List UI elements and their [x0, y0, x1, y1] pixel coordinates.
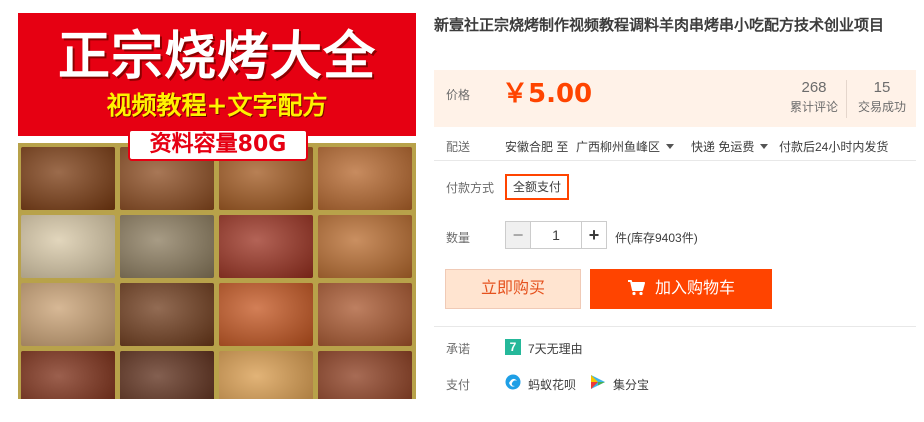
- banner-title: 正宗烧烤大全: [57, 27, 376, 87]
- reviews-count: 268: [801, 79, 827, 96]
- stat-divider: [846, 80, 847, 118]
- product-image[interactable]: 正宗烧烤大全 视频教程+文字配方 资料容量80G: [18, 13, 416, 399]
- quantity-input[interactable]: [531, 221, 581, 249]
- payment-option-full[interactable]: 全额支付: [505, 174, 570, 200]
- food-photo: [219, 351, 313, 399]
- product-title: 新壹社正宗烧烤制作视频教程调料羊肉串烤串小吃配方技术创业项目: [434, 16, 885, 34]
- pay-option-jifenbao[interactable]: 集分宝: [613, 376, 649, 393]
- food-photo: [318, 351, 412, 399]
- price-box: 价格 ￥5.00 268 累计评论 15 交易成功: [434, 70, 916, 127]
- stock-info: 件(库存9403件): [615, 231, 698, 245]
- add-to-cart-button[interactable]: 加入购物车: [590, 269, 772, 309]
- promise-text[interactable]: 7天无理由: [528, 340, 583, 357]
- promise-label: 承诺: [446, 342, 471, 356]
- sales-count: 15: [873, 79, 891, 96]
- food-photo: [120, 283, 214, 346]
- food-photo: [219, 215, 313, 278]
- food-photo: [219, 283, 313, 346]
- capacity-badge: 资料容量80G: [128, 129, 308, 161]
- food-photo: [318, 147, 412, 210]
- chevron-down-icon: [666, 144, 675, 149]
- food-photo: [21, 283, 115, 346]
- divider: [434, 160, 916, 161]
- add-to-cart-label: 加入购物车: [654, 280, 735, 297]
- quantity-label: 数量: [446, 231, 471, 245]
- cart-icon: [627, 272, 645, 312]
- jifenbao-icon: [590, 374, 606, 395]
- chevron-down-icon: [760, 144, 769, 149]
- shipping-method: 快递 免运费: [691, 140, 755, 154]
- delivery-from: 安徽合肥 至: [505, 140, 569, 154]
- reviews-stat[interactable]: 268 累计评论: [779, 78, 849, 116]
- delivery-destination: 广西柳州鱼峰区: [576, 140, 661, 154]
- food-photo: [120, 215, 214, 278]
- dispatch-info: 付款后24小时内发货: [779, 140, 889, 154]
- pay-option-huabei[interactable]: 蚂蚁花呗: [528, 376, 576, 393]
- delivery-destination-select[interactable]: 广西柳州鱼峰区: [576, 138, 675, 155]
- food-photo-grid: [18, 143, 416, 399]
- huabei-icon: [505, 374, 521, 395]
- sales-stat: 15 交易成功: [850, 78, 914, 116]
- food-photo: [318, 215, 412, 278]
- payment-method-label: 付款方式: [446, 181, 495, 195]
- quantity-increase-button[interactable]: +: [581, 221, 607, 249]
- food-photo: [21, 147, 115, 210]
- price-label: 价格: [446, 88, 471, 102]
- banner-subtitle: 视频教程+文字配方: [106, 91, 328, 120]
- sales-label: 交易成功: [857, 100, 906, 114]
- seven-day-return-icon: 7: [505, 339, 521, 355]
- buy-now-button[interactable]: 立即购买: [445, 269, 581, 309]
- food-photo: [318, 283, 412, 346]
- divider: [434, 326, 916, 327]
- food-photo: [120, 351, 214, 399]
- food-photo: [21, 215, 115, 278]
- food-photo: [21, 351, 115, 399]
- product-banner: 正宗烧烤大全 视频教程+文字配方: [18, 13, 416, 136]
- pay-label: 支付: [446, 378, 471, 392]
- reviews-label: 累计评论: [789, 100, 838, 114]
- quantity-decrease-button[interactable]: −: [505, 221, 531, 249]
- price-value: ￥5.00: [502, 79, 593, 109]
- shipping-select[interactable]: 快递 免运费: [691, 138, 769, 155]
- delivery-label: 配送: [446, 140, 471, 154]
